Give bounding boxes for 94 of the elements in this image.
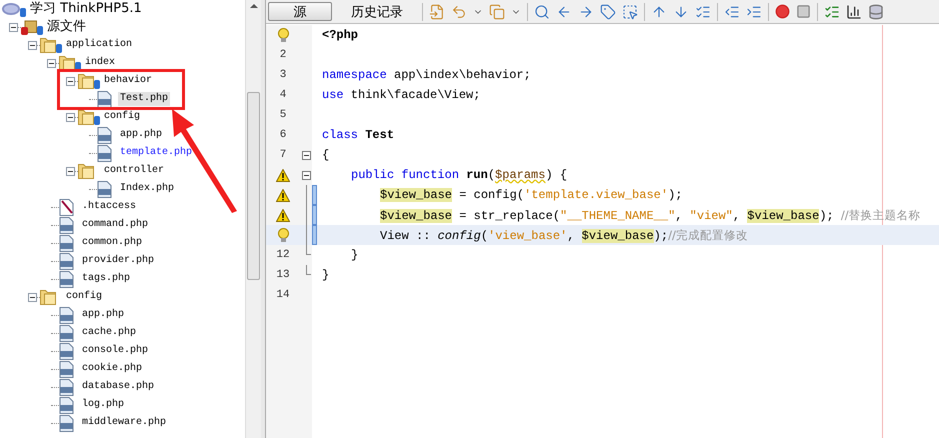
line-number: 12 <box>276 248 290 263</box>
php-file-icon <box>59 234 74 252</box>
jump-icon[interactable] <box>429 4 445 20</box>
tree-item[interactable]: 学习 ThinkPHP5.1 <box>28 2 144 16</box>
line-number: 6 <box>280 128 286 143</box>
tree-item[interactable]: cache.php <box>80 326 138 340</box>
lightbulb-icon[interactable] <box>278 28 288 42</box>
php-file-icon <box>97 180 112 198</box>
code-line: } <box>350 247 358 264</box>
php-file-icon <box>59 378 74 396</box>
line-number: 2 <box>280 48 286 63</box>
php-file-icon <box>97 144 112 162</box>
line-number: 14 <box>276 288 290 303</box>
scrollbar-thumb[interactable] <box>247 92 260 280</box>
tree-item[interactable]: console.php <box>80 344 150 358</box>
tree-item[interactable]: app.php <box>118 128 164 142</box>
scrollbar[interactable] <box>245 0 261 438</box>
warning-icon[interactable] <box>276 188 290 202</box>
php-file-icon <box>59 414 74 432</box>
php-file-icon <box>59 324 74 342</box>
line-number: 4 <box>280 88 286 103</box>
folder-icon <box>78 163 94 179</box>
tree-item[interactable]: tags.php <box>80 272 132 286</box>
folder-icon <box>59 55 75 71</box>
tree-item[interactable]: cookie.php <box>80 362 144 376</box>
tag-icon[interactable] <box>600 4 616 20</box>
tree-item[interactable]: 源文件 <box>45 20 88 34</box>
warning-icon[interactable] <box>276 168 290 182</box>
collapse-toggle[interactable] <box>28 40 37 50</box>
tree-item[interactable]: middleware.php <box>80 416 168 430</box>
code-line: View :: config('view_base', $view_base);//完成配置修改 <box>379 226 748 244</box>
tree-item[interactable]: template.php <box>118 146 194 160</box>
folder-icon <box>78 73 94 89</box>
line-number: 13 <box>276 268 290 283</box>
tree-item[interactable]: log.php <box>80 398 126 412</box>
tree-item[interactable]: command.php <box>80 218 150 232</box>
tree-item[interactable]: Index.php <box>118 182 176 196</box>
checklist-icon[interactable] <box>824 4 840 20</box>
warning-icon[interactable] <box>276 208 290 222</box>
tree-item[interactable]: application <box>64 38 134 52</box>
bar-chart-icon[interactable] <box>846 4 862 20</box>
tree-item[interactable]: config <box>64 290 104 304</box>
code-line: namespace app\index\behavior; <box>322 67 531 84</box>
folder-icon <box>40 37 56 53</box>
line-number: 3 <box>280 68 286 83</box>
code-line: use think\facade\View; <box>322 87 480 104</box>
php-file-icon <box>97 90 112 108</box>
folder-icon <box>40 289 56 305</box>
code-line: } <box>322 267 330 284</box>
php-file-icon <box>59 270 74 288</box>
search-icon[interactable] <box>534 4 550 20</box>
collapse-toggle[interactable] <box>47 58 56 68</box>
selection-icon[interactable] <box>622 4 638 20</box>
back-icon[interactable] <box>451 4 467 20</box>
php-file-icon <box>59 342 74 360</box>
tree-item[interactable]: database.php <box>80 380 156 394</box>
code-line: { <box>322 147 330 164</box>
code-line: <?php <box>322 27 358 44</box>
copy-icon[interactable] <box>489 4 505 20</box>
file-icon <box>59 198 74 216</box>
folder-icon <box>78 109 94 125</box>
code-line: class Test <box>322 127 394 144</box>
php-file-icon <box>59 252 74 270</box>
editor-tab[interactable]: 历史记录 <box>338 2 416 21</box>
editor-tab[interactable]: 源 <box>268 2 332 21</box>
php-file-icon <box>97 126 112 144</box>
tree-item[interactable]: behavior <box>102 74 154 88</box>
line-number: 7 <box>280 148 286 163</box>
stop-icon[interactable] <box>796 4 811 19</box>
lightbulb-icon[interactable] <box>278 228 288 242</box>
php-file-icon <box>59 360 74 378</box>
tree-item[interactable]: config <box>102 110 142 124</box>
code-line: public function run($params) { <box>350 167 568 184</box>
record-icon[interactable] <box>775 4 790 19</box>
tree-item[interactable]: app.php <box>80 308 126 322</box>
php-icon <box>2 3 20 15</box>
collapse-toggle[interactable] <box>9 22 18 32</box>
database-icon[interactable] <box>868 4 884 20</box>
php-file-icon <box>59 396 74 414</box>
line-number: 5 <box>280 108 286 123</box>
tree-item[interactable]: common.php <box>80 236 144 250</box>
php-file-icon <box>59 216 74 234</box>
tree-item[interactable]: provider.php <box>80 254 156 268</box>
collapse-toggle[interactable] <box>66 112 75 122</box>
collapse-toggle[interactable] <box>28 292 37 302</box>
tree-item[interactable]: Test.php <box>118 92 170 106</box>
package-icon <box>21 19 37 35</box>
tree-item[interactable]: .htaccess <box>80 200 138 214</box>
collapse-toggle[interactable] <box>66 76 75 86</box>
tree-item[interactable]: index <box>83 56 118 70</box>
php-file-icon <box>59 306 74 324</box>
code-line: $view_base = config('template.view_base'); <box>379 187 682 204</box>
tree-item[interactable]: controller <box>102 164 166 178</box>
collapse-toggle[interactable] <box>66 166 75 176</box>
